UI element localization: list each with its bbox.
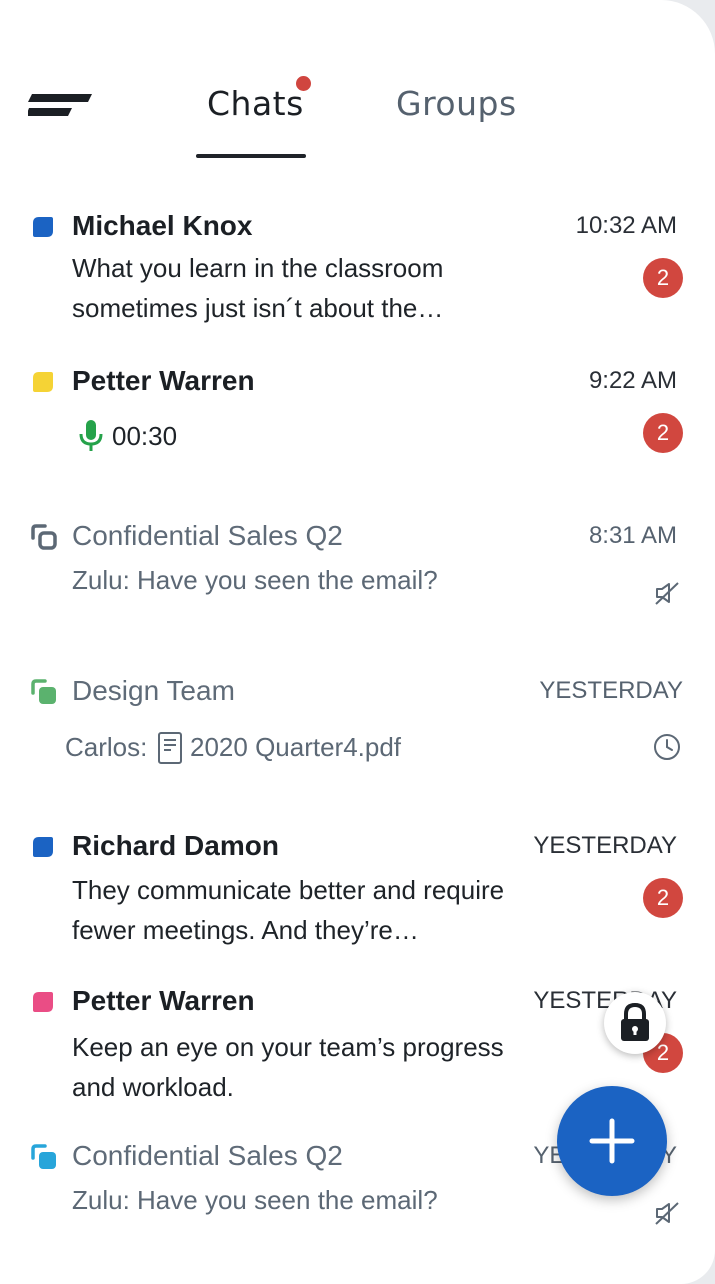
chat-name: Confidential Sales Q2 (72, 520, 343, 551)
blue-tag-icon (32, 836, 54, 858)
chat-message-preview: Zulu: Have you seen the email? (72, 1185, 438, 1215)
chat-time: 10:32 AM (575, 212, 677, 239)
muted-speaker-icon (654, 580, 680, 606)
document-icon (157, 731, 183, 765)
tab-groups[interactable]: Groups (396, 84, 517, 123)
message-sender: Carlos: (65, 732, 148, 762)
chat-name: Petter Warren (72, 985, 255, 1016)
chat-message-preview: They communicate better and require fewe… (72, 875, 505, 945)
unread-count-badge: 2 (643, 878, 683, 918)
chat-list-item[interactable]: Michael Knox 10:32 AM What you learn in … (0, 200, 715, 340)
unread-indicator-dot (296, 76, 311, 91)
group-icon (31, 1144, 57, 1170)
chat-message-preview: Zulu: Have you seen the email? (72, 565, 438, 595)
chat-time: YESTERDAY (533, 832, 677, 859)
clock-icon (653, 733, 681, 761)
chat-name: Confidential Sales Q2 (72, 1140, 343, 1171)
microphone-icon (78, 419, 104, 453)
chat-time: YESTERDAY (539, 677, 683, 704)
unread-count-badge: 2 (643, 258, 683, 298)
yellow-tag-icon (32, 371, 54, 393)
chat-list-item[interactable]: Confidential Sales Q2 8:31 AM Zulu: Have… (0, 510, 715, 620)
pink-tag-icon (32, 991, 54, 1013)
attachment-filename: 2020 Quarter4.pdf (190, 732, 402, 762)
chat-name: Michael Knox (72, 210, 253, 241)
group-icon (31, 679, 57, 705)
chat-message-preview: What you learn in the classroom sometime… (72, 253, 444, 323)
unread-count-badge: 2 (643, 413, 683, 453)
lock-icon (621, 1002, 649, 1041)
chat-name: Richard Damon (72, 830, 279, 861)
menu-icon[interactable] (26, 90, 98, 124)
chat-name: Petter Warren (72, 365, 255, 396)
chat-time: 8:31 AM (588, 522, 677, 549)
new-chat-button[interactable] (557, 1086, 667, 1196)
chat-name: Design Team (72, 675, 235, 706)
app-screen: Chats Groups Michael Knox 10:32 AM What … (0, 0, 715, 1284)
blue-tag-icon (32, 216, 54, 238)
active-tab-indicator (196, 154, 306, 158)
plus-icon (589, 1118, 635, 1164)
chat-list-item[interactable]: Richard Damon YESTERDAY They communicate… (0, 820, 715, 960)
chat-time: 9:22 AM (588, 367, 677, 394)
tab-chats[interactable]: Chats (207, 84, 304, 123)
chat-list-item[interactable]: Design Team YESTERDAY Carlos: 2020 Quart… (0, 665, 715, 785)
chat-message-preview: Keep an eye on your team’s progress and … (72, 1032, 504, 1102)
muted-speaker-icon (654, 1200, 680, 1226)
lock-button[interactable] (604, 992, 666, 1054)
secure-group-icon (31, 524, 57, 550)
voice-message-duration: 00:30 (112, 421, 178, 451)
chat-list-item[interactable]: Petter Warren 9:22 AM 00:30 2 (0, 355, 715, 475)
